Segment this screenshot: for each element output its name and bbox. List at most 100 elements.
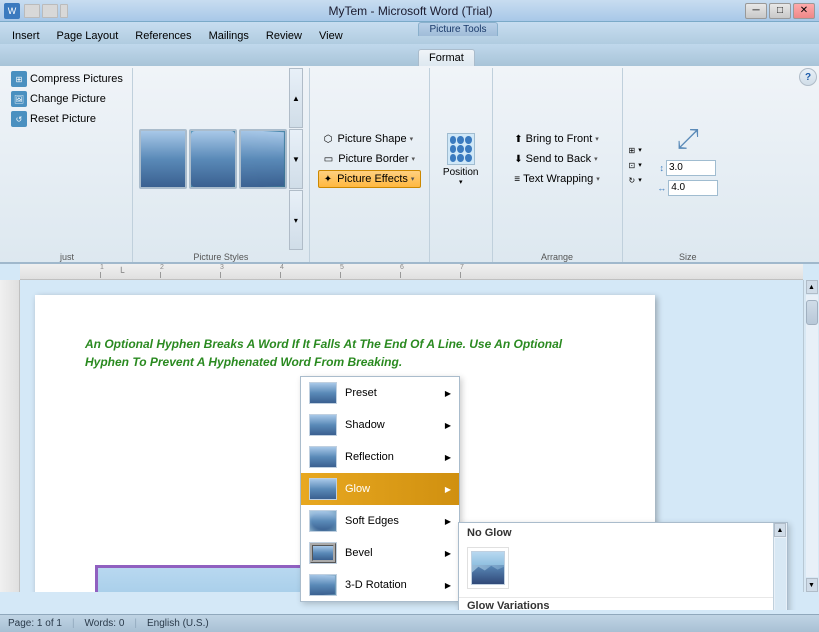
scroll-down-button[interactable]: ▼	[806, 578, 818, 592]
page-info: Page: 1 of 1	[8, 618, 62, 629]
scroll-thumb[interactable]	[806, 300, 818, 325]
text-wrapping-button[interactable]: ≡ Text Wrapping ▾	[508, 170, 605, 188]
style-thumb-3[interactable]	[239, 129, 287, 189]
picture-effects-button[interactable]: ✦ Picture Effects ▾	[318, 170, 421, 188]
glow-scroll-up[interactable]: ▲	[774, 523, 786, 537]
status-divider-2: |	[134, 618, 137, 629]
menu-item-preset[interactable]: Preset ▶	[301, 377, 459, 409]
app-icon: W	[4, 3, 20, 19]
align-icon: ⊞	[629, 146, 636, 155]
title-text: MyTem - Microsoft Word (Trial)	[76, 4, 745, 18]
position-icon	[447, 133, 475, 165]
ribbon-tabs-row: Format	[0, 44, 819, 66]
picture-shape-arrow: ▾	[410, 135, 414, 143]
title-bar: W MyTem - Microsoft Word (Trial) ─ □ ✕	[0, 0, 819, 22]
styles-down-arrow[interactable]: ▼	[289, 129, 303, 189]
picture-border-icon: ▭	[324, 154, 333, 165]
quick-access-undo[interactable]	[42, 4, 58, 18]
align-rotate-group: ⊞ ▾ ⊡ ▾ ↻ ▾	[623, 68, 648, 262]
picture-tools-label: Picture Tools	[418, 22, 498, 36]
menu-item-soft-edges[interactable]: Soft Edges ▶	[301, 505, 459, 537]
send-back-icon: ⬇	[514, 154, 522, 165]
width-input[interactable]	[668, 180, 718, 196]
width-label: ↔	[657, 183, 666, 193]
scroll-up-button[interactable]: ▲	[806, 280, 818, 294]
soft-edges-arrow: ▶	[445, 517, 451, 526]
bring-front-icon: ⬆	[514, 134, 522, 145]
height-label: ↕	[659, 163, 664, 173]
position-arrow: ▾	[459, 178, 463, 186]
reflection-arrow: ▶	[445, 453, 451, 462]
change-picture-button[interactable]: 🖼 Change Picture	[8, 90, 109, 108]
tab-review[interactable]: Review	[258, 28, 310, 44]
arrange-group-label: Arrange	[541, 250, 573, 262]
rotate-button[interactable]: ↻ ▾	[625, 174, 646, 187]
send-to-back-button[interactable]: ⬇ Send to Back ▾	[508, 150, 605, 168]
size-group: ⤢ ↕ ↔ Size	[648, 68, 728, 262]
ribbon-content: ⊞ Compress Pictures 🖼 Change Picture ↺ R…	[0, 66, 819, 264]
document-image[interactable]	[95, 565, 335, 592]
quick-access-dropdown[interactable]	[60, 4, 68, 18]
picture-effects-arrow: ▾	[411, 175, 415, 183]
bring-to-front-button[interactable]: ⬆ Bring to Front ▾	[508, 130, 605, 148]
styles-expand-arrow[interactable]: ▾	[289, 190, 303, 250]
tab-page-layout[interactable]: Page Layout	[49, 28, 127, 44]
menu-item-reflection[interactable]: Reflection ▶	[301, 441, 459, 473]
position-button[interactable]: Position ▾	[436, 130, 486, 189]
tab-mailings[interactable]: Mailings	[201, 28, 257, 44]
picture-border-arrow: ▾	[412, 155, 416, 163]
close-button[interactable]: ✕	[793, 3, 815, 19]
group-button[interactable]: ⊡ ▾	[625, 159, 646, 172]
vertical-scrollbar[interactable]: ▲ ▼	[803, 280, 819, 592]
tab-insert[interactable]: Insert	[4, 28, 48, 44]
work-area: 1 2 3 4 5 6 7 └ An Optional Hyph	[0, 264, 819, 610]
minimize-button[interactable]: ─	[745, 3, 767, 19]
align-arrow: ▾	[638, 146, 642, 154]
no-glow-image	[471, 551, 505, 585]
glow-submenu-scrollbar[interactable]: ▲ ▼	[773, 523, 787, 610]
no-glow-option[interactable]	[459, 543, 787, 597]
status-bar: Page: 1 of 1 | Words: 0 | English (U.S.)	[0, 614, 819, 632]
preset-icon	[309, 382, 337, 404]
glow-variations-label: Glow Variations	[459, 597, 787, 610]
reset-picture-icon: ↺	[11, 111, 27, 127]
menu-item-glow[interactable]: Glow ▶	[301, 473, 459, 505]
tab-references[interactable]: References	[127, 28, 199, 44]
format-buttons-group: ⬡ Picture Shape ▾ ▭ Picture Border ▾ ✦ P…	[310, 68, 430, 262]
size-group-label: Size	[679, 250, 697, 262]
styles-scroll	[139, 129, 287, 189]
picture-shape-icon: ⬡	[324, 134, 333, 145]
height-input[interactable]	[666, 160, 716, 176]
glow-menu-icon	[309, 478, 337, 500]
3d-rotation-icon	[309, 574, 337, 596]
styles-up-arrow[interactable]: ▲	[289, 68, 303, 128]
tab-view[interactable]: View	[311, 28, 351, 44]
reset-picture-button[interactable]: ↺ Reset Picture	[8, 110, 99, 128]
horizontal-ruler: 1 2 3 4 5 6 7 └	[20, 264, 803, 280]
menu-item-3d-rotation[interactable]: 3-D Rotation ▶	[301, 569, 459, 601]
style-thumb-2[interactable]	[189, 129, 237, 189]
picture-shape-button[interactable]: ⬡ Picture Shape ▾	[318, 130, 421, 148]
menu-item-shadow[interactable]: Shadow ▶	[301, 409, 459, 441]
bring-front-arrow: ▾	[595, 135, 599, 143]
scroll-track[interactable]	[806, 295, 818, 577]
rotate-arrow: ▾	[638, 176, 642, 184]
glow-submenu: No Glow Glow Variations	[458, 522, 788, 610]
shadow-icon	[309, 414, 337, 436]
align-button[interactable]: ⊞ ▾	[625, 144, 646, 157]
maximize-button[interactable]: □	[769, 3, 791, 19]
quick-access-save[interactable]	[24, 4, 40, 18]
glow-arrow: ▶	[445, 485, 451, 494]
help-button[interactable]: ?	[799, 68, 817, 86]
position-group: Position ▾ -	[430, 68, 493, 262]
picture-border-button[interactable]: ▭ Picture Border ▾	[318, 150, 421, 168]
glow-scroll-track[interactable]	[775, 538, 786, 610]
status-divider-1: |	[72, 618, 75, 629]
reflection-icon	[309, 446, 337, 468]
menu-item-bevel[interactable]: Bevel ▶	[301, 537, 459, 569]
document-text: An Optional Hyphen Breaks A Word If It F…	[85, 335, 605, 371]
tab-format[interactable]: Format	[418, 49, 475, 66]
compress-pictures-button[interactable]: ⊞ Compress Pictures	[8, 70, 126, 88]
style-thumb-1[interactable]	[139, 129, 187, 189]
no-glow-thumb[interactable]	[467, 547, 509, 589]
